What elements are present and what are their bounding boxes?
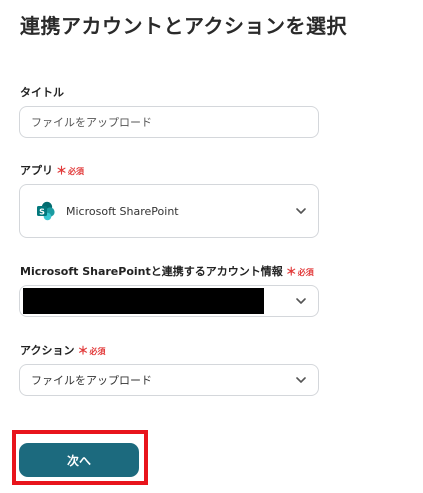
action-label: アクション ＊必須	[20, 342, 105, 358]
page: 連携アカウントとアクションを選択 タイトル ファイルをアップロード アプリ ＊必須…	[0, 0, 423, 493]
required-mark: ＊	[56, 164, 67, 177]
chevron-down-icon	[296, 208, 306, 214]
title-input[interactable]: ファイルをアップロード	[19, 106, 319, 138]
account-label: Microsoft SharePointと連携するアカウント情報 ＊必須	[20, 263, 314, 279]
required-text: 必須	[89, 347, 106, 356]
action-select[interactable]: ファイルをアップロード	[19, 364, 319, 396]
app-select[interactable]: S Microsoft SharePoint	[19, 184, 319, 238]
chevron-down-icon	[296, 377, 306, 383]
app-label: アプリ ＊必須	[20, 162, 84, 178]
next-button[interactable]: 次へ	[19, 443, 139, 477]
required-text: 必須	[297, 268, 314, 277]
action-select-value: ファイルをアップロード	[31, 374, 152, 387]
account-select[interactable]	[19, 285, 319, 317]
action-label-text: アクション	[20, 344, 75, 357]
required-mark: ＊	[77, 344, 89, 357]
redacted-account-value	[23, 288, 264, 314]
account-label-text: Microsoft SharePointと連携するアカウント情報	[20, 265, 283, 278]
required-mark: ＊	[285, 265, 297, 278]
sharepoint-icon: S	[37, 201, 55, 221]
chevron-down-icon	[296, 298, 306, 304]
title-input-value: ファイルをアップロード	[31, 116, 152, 129]
svg-text:S: S	[39, 207, 45, 216]
required-text: 必須	[68, 167, 84, 176]
title-label-text: タイトル	[20, 86, 64, 99]
app-label-text: アプリ	[20, 164, 53, 177]
app-select-value: Microsoft SharePoint	[66, 204, 179, 218]
title-label: タイトル	[20, 84, 64, 100]
page-title: 連携アカウントとアクションを選択	[20, 14, 347, 38]
